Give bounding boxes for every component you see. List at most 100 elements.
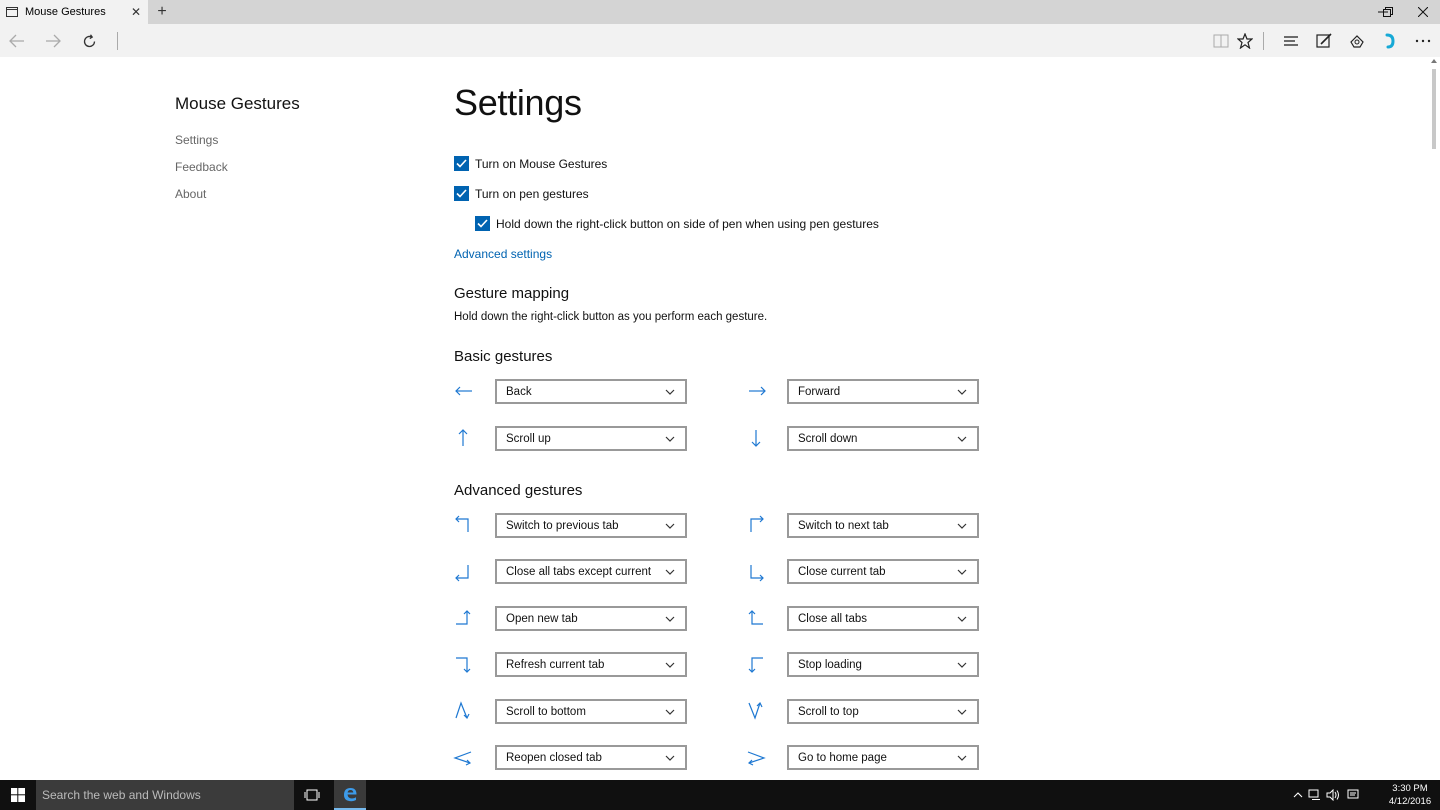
option-pen-gestures: Turn on pen gestures (454, 186, 589, 201)
up-left-gesture-icon (455, 515, 469, 532)
refresh-icon[interactable] (76, 28, 102, 54)
gesture-select-refresh[interactable]: Refresh current tab (495, 652, 687, 677)
checkbox-mouse-gestures[interactable] (454, 156, 469, 171)
chevron-down-icon (957, 708, 969, 716)
select-value: Reopen closed tab (506, 751, 602, 764)
select-value: Close all tabs except current (506, 565, 652, 578)
gesture-select-scroll-up[interactable]: Scroll up (495, 426, 687, 451)
chevron-down-icon (665, 708, 677, 716)
gesture-select-close-all[interactable]: Close all tabs (787, 606, 979, 631)
volume-icon[interactable] (1325, 780, 1341, 810)
checkmark-icon (456, 189, 467, 198)
chevron-down-icon (957, 388, 969, 396)
tab-strip: Mouse Gestures ✕ + (0, 0, 1440, 24)
checkmark-icon (456, 159, 467, 168)
gesture-select-scroll-down[interactable]: Scroll down (787, 426, 979, 451)
scrollbar-thumb[interactable] (1432, 69, 1436, 149)
web-note-icon[interactable] (1311, 28, 1337, 54)
gesture-select-close-others[interactable]: Close all tabs except current (495, 559, 687, 584)
option-pen-right-click: Hold down the right-click button on side… (475, 216, 879, 231)
chevron-up-icon[interactable] (1291, 780, 1305, 810)
sidebar-item-about[interactable]: About (175, 187, 206, 201)
favorite-star-icon[interactable] (1232, 28, 1258, 54)
sidebar-item-settings[interactable]: Settings (175, 133, 218, 147)
edge-taskbar-icon[interactable] (334, 780, 366, 810)
page-icon (6, 7, 18, 17)
left-down-gesture-icon (748, 657, 763, 673)
arrow-right-icon (749, 386, 766, 396)
scroll-up-arrow[interactable] (1431, 59, 1437, 63)
close-icon[interactable]: ✕ (128, 4, 144, 20)
address-bar-divider (117, 32, 118, 50)
option-label: Hold down the right-click button on side… (496, 216, 879, 231)
select-value: Close all tabs (798, 612, 868, 625)
select-value: Stop loading (798, 658, 862, 671)
down-left-gesture-icon (455, 565, 469, 582)
gesture-select-back[interactable]: Back (495, 379, 687, 404)
taskbar-clock[interactable]: 3:30 PM 4/12/2016 (1386, 782, 1434, 808)
chevron-down-icon (957, 754, 969, 762)
gesture-select-prev-tab[interactable]: Switch to previous tab (495, 513, 687, 538)
gesture-mapping-description: Hold down the right-click button as you … (454, 311, 768, 323)
select-value: Scroll to bottom (506, 705, 586, 718)
gesture-select-reopen-tab[interactable]: Reopen closed tab (495, 745, 687, 770)
windows-taskbar: Search the web and Windows 3:30 PM 4/12/… (0, 780, 1440, 810)
arrow-up-icon (458, 429, 468, 446)
network-icon[interactable] (1307, 780, 1323, 810)
gesture-select-scroll-top[interactable]: Scroll to top (787, 699, 979, 724)
select-value: Forward (798, 385, 841, 398)
right-left-gesture-icon (747, 751, 766, 766)
hub-icon[interactable] (1278, 28, 1304, 54)
plus-icon[interactable]: + (152, 2, 172, 22)
up-right-gesture-icon (750, 515, 764, 532)
down-up-gesture-icon (748, 701, 763, 720)
gesture-select-home-page[interactable]: Go to home page (787, 745, 979, 770)
page-scrollbar[interactable] (1428, 57, 1440, 780)
clock-date: 4/12/2016 (1388, 796, 1432, 807)
advanced-settings-link[interactable]: Advanced settings (454, 247, 552, 261)
select-value: Go to home page (798, 751, 887, 764)
right-down-gesture-icon (456, 657, 471, 673)
select-value: Scroll up (506, 432, 551, 445)
chevron-down-icon (665, 754, 677, 762)
back-icon[interactable] (4, 28, 30, 54)
more-icon[interactable] (1410, 28, 1436, 54)
gesture-select-scroll-bottom[interactable]: Scroll to bottom (495, 699, 687, 724)
chevron-down-icon (957, 568, 969, 576)
chevron-down-icon (957, 615, 969, 623)
chevron-down-icon (957, 435, 969, 443)
select-value: Refresh current tab (506, 658, 605, 671)
browser-tab[interactable]: Mouse Gestures ✕ (0, 0, 148, 24)
select-value: Scroll down (798, 432, 858, 445)
gesture-select-close-current[interactable]: Close current tab (787, 559, 979, 584)
reading-view-icon[interactable] (1208, 28, 1234, 54)
windows-start-icon[interactable] (0, 780, 36, 810)
gesture-select-stop-loading[interactable]: Stop loading (787, 652, 979, 677)
checkmark-icon (477, 219, 488, 228)
left-up-gesture-icon (748, 610, 763, 625)
chevron-down-icon (665, 388, 677, 396)
gesture-select-forward[interactable]: Forward (787, 379, 979, 404)
sidebar-item-feedback[interactable]: Feedback (175, 160, 228, 174)
forward-icon[interactable] (40, 28, 66, 54)
checkbox-pen-right-click[interactable] (475, 216, 490, 231)
chevron-down-icon (957, 522, 969, 530)
checkbox-pen-gestures[interactable] (454, 186, 469, 201)
arrow-left-icon (455, 386, 472, 396)
clock-time: 3:30 PM (1392, 783, 1428, 794)
restore-button[interactable] (1371, 0, 1405, 24)
select-value: Switch to previous tab (506, 519, 619, 532)
share-icon[interactable] (1344, 28, 1370, 54)
window-close-button[interactable] (1406, 0, 1440, 24)
left-right-gesture-icon (453, 751, 472, 766)
chevron-down-icon (665, 615, 677, 623)
chevron-down-icon (665, 435, 677, 443)
task-view-icon[interactable] (298, 780, 326, 810)
notifications-icon[interactable] (1345, 780, 1361, 810)
select-value: Back (506, 385, 532, 398)
gesture-select-open-new-tab[interactable]: Open new tab (495, 606, 687, 631)
gesture-mapping-heading: Gesture mapping (454, 285, 570, 302)
taskbar-search-box[interactable]: Search the web and Windows (36, 780, 294, 810)
gesture-select-next-tab[interactable]: Switch to next tab (787, 513, 979, 538)
mouse-gestures-extension-icon[interactable] (1377, 28, 1403, 54)
